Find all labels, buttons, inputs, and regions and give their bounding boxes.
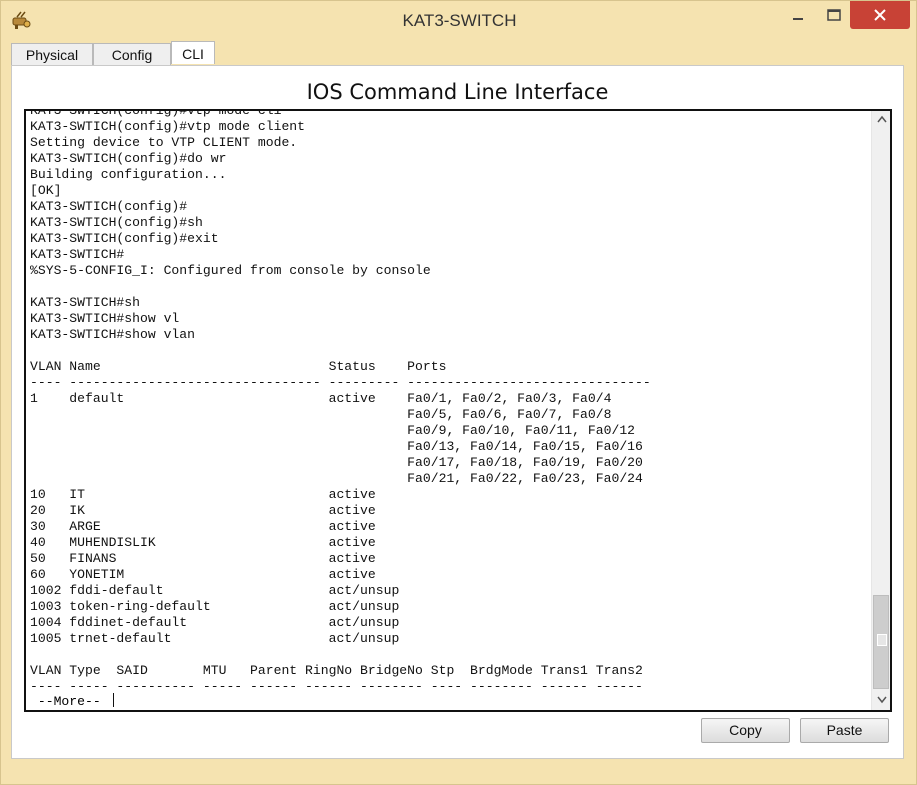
terminal-line: ---- ----- ---------- ----- ------ -----… [30, 679, 643, 694]
terminal-console[interactable]: KAT3-SWTICH(config)#vtp mode cli KAT3-SWT… [24, 109, 892, 712]
terminal-line: KAT3-SWTICH(config)#vtp mode cli [30, 109, 282, 118]
more-prompt[interactable]: --More-- [30, 693, 114, 709]
scroll-up-arrow-icon[interactable] [872, 111, 890, 129]
terminal-line: 1 default active Fa0/1, Fa0/2, Fa0/3, Fa… [30, 391, 612, 406]
terminal-line: Building configuration... [30, 167, 227, 182]
minimize-button[interactable] [777, 1, 819, 29]
terminal-line: KAT3-SWTICH(config)#do wr [30, 151, 227, 166]
cli-panel: IOS Command Line Interface KAT3-SWTICH(c… [11, 65, 904, 759]
terminal-line: 60 YONETIM active [30, 567, 376, 582]
terminal-line: 1004 fddinet-default act/unsup [30, 615, 400, 630]
terminal-line: 1005 trnet-default act/unsup [30, 631, 400, 646]
app-window: KAT3-SWITCH Physical Config CLI IOS Comm… [0, 0, 917, 785]
terminal-line: KAT3-SWTICH#show vlan [30, 327, 196, 342]
terminal-line: Fa0/21, Fa0/22, Fa0/23, Fa0/24 [30, 471, 643, 486]
terminal-line: 30 ARGE active [30, 519, 376, 534]
text-cursor [112, 693, 114, 707]
terminal-line: KAT3-SWTICH#sh [30, 295, 141, 310]
title-bar: KAT3-SWITCH [1, 1, 917, 39]
terminal-line: Setting device to VTP CLIENT mode. [30, 135, 298, 150]
terminal-line: KAT3-SWTICH# [30, 247, 125, 262]
minimize-icon [793, 18, 803, 20]
cli-heading: IOS Command Line Interface [306, 80, 609, 104]
terminal-line: Fa0/13, Fa0/14, Fa0/15, Fa0/16 [30, 439, 643, 454]
scroll-grip-icon [877, 634, 887, 646]
terminal-output: KAT3-SWTICH(config)#vtp mode cli KAT3-SWT… [30, 109, 651, 695]
terminal-line: 20 IK active [30, 503, 376, 518]
close-icon [874, 9, 886, 21]
paste-button[interactable]: Paste [800, 718, 889, 743]
terminal-line: 1003 token-ring-default act/unsup [30, 599, 400, 614]
terminal-line: KAT3-SWTICH(config)# [30, 199, 188, 214]
terminal-line: VLAN Type SAID MTU Parent RingNo BridgeN… [30, 663, 643, 678]
more-prompt-text: --More-- [30, 694, 109, 709]
tab-physical[interactable]: Physical [11, 43, 93, 65]
tab-cli[interactable]: CLI [171, 41, 215, 64]
terminal-scrollbar[interactable] [871, 111, 890, 710]
scroll-thumb[interactable] [873, 595, 889, 689]
maximize-icon [827, 9, 841, 21]
copy-button[interactable]: Copy [701, 718, 790, 743]
terminal-line: KAT3-SWTICH(config)#sh [30, 215, 203, 230]
scroll-down-arrow-icon[interactable] [872, 692, 890, 710]
terminal-line: Fa0/9, Fa0/10, Fa0/11, Fa0/12 [30, 423, 636, 438]
terminal-line: 10 IT active [30, 487, 376, 502]
terminal-line: Fa0/17, Fa0/18, Fa0/19, Fa0/20 [30, 455, 643, 470]
terminal-line: KAT3-SWTICH(config)#vtp mode client [30, 119, 306, 134]
terminal-line: KAT3-SWTICH#show vl [30, 311, 180, 326]
terminal-line: ---- -------------------------------- --… [30, 375, 651, 390]
terminal-line: 50 FINANS active [30, 551, 376, 566]
tab-config[interactable]: Config [93, 43, 171, 65]
terminal-line: %SYS-5-CONFIG_I: Configured from console… [30, 263, 431, 278]
terminal-line: Fa0/5, Fa0/6, Fa0/7, Fa0/8 [30, 407, 612, 422]
terminal-line: VLAN Name Status Ports [30, 359, 447, 374]
terminal-line: 40 MUHENDISLIK active [30, 535, 376, 550]
maximize-button[interactable] [819, 1, 849, 29]
close-button[interactable] [850, 1, 910, 29]
terminal-line: 1002 fddi-default act/unsup [30, 583, 400, 598]
terminal-line: [OK] [30, 183, 62, 198]
terminal-line: KAT3-SWTICH(config)#exit [30, 231, 219, 246]
